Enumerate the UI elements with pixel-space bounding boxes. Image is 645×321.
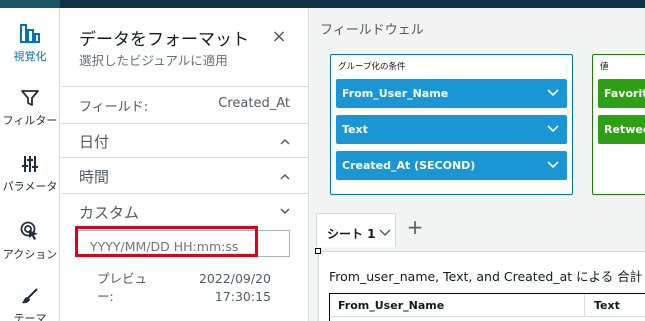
rail-item-parameters[interactable]: パラメータ — [0, 154, 60, 194]
rail-item-filter[interactable]: フィルター — [0, 88, 60, 128]
rail-item-label: アクション — [2, 248, 58, 261]
divider — [61, 86, 309, 87]
rail-item-theme[interactable]: テーマ — [0, 286, 60, 321]
add-sheet-button[interactable]: + — [405, 217, 425, 237]
field-pill-from-user-name[interactable]: From_User_Name — [336, 79, 567, 108]
format-data-panel: データをフォーマット 選択したビジュアルに適用 × フィールド: Created… — [61, 8, 309, 321]
column-header[interactable]: From_User_Name — [338, 299, 444, 312]
section-custom[interactable]: カスタム — [79, 202, 139, 223]
column-separator — [584, 294, 585, 316]
field-pill-favorite[interactable]: Favorite — [598, 79, 645, 108]
preview-label: プレビュー: — [97, 271, 148, 304]
field-pill-label: Created_At (SECOND) — [342, 159, 476, 172]
close-icon[interactable]: × — [269, 28, 289, 48]
left-nav-rail: 視覚化 フィルター パラメータ アクション テーマ — [0, 8, 60, 321]
resize-handle[interactable] — [315, 248, 321, 254]
rail-item-label: テーマ — [13, 312, 47, 321]
field-value: Created_At — [218, 96, 290, 111]
table-visual[interactable]: From_user_name, Text, and Created_at による… — [318, 251, 645, 321]
custom-format-input[interactable] — [77, 230, 290, 257]
chevron-down-icon[interactable] — [279, 205, 291, 217]
group-by-label: グループ化の条件 — [338, 62, 406, 72]
rail-item-label: パラメータ — [2, 180, 58, 193]
value-label: 値 — [600, 62, 609, 72]
field-pill-created-at[interactable]: Created_At (SECOND) — [336, 151, 567, 180]
preview-value-time: 17:30:15 — [214, 289, 271, 304]
top-bar-active-tab[interactable] — [0, 0, 60, 8]
field-pill-retweet[interactable]: Retweet — [598, 115, 645, 144]
chevron-down-icon[interactable] — [547, 88, 559, 98]
sheet-tab-label: シート 1 — [327, 227, 376, 241]
table-row — [329, 317, 645, 321]
sheet-area: シート 1 + From_user_name, Text, and Create… — [310, 208, 645, 321]
cursor-click-icon — [20, 221, 38, 240]
divider — [61, 123, 309, 124]
divider — [61, 193, 309, 194]
column-header[interactable]: Text — [594, 299, 620, 312]
preview-value: 2022/09/20 17:30:15 — [191, 270, 271, 306]
top-bar — [0, 0, 645, 8]
section-date[interactable]: 日付 — [79, 131, 109, 152]
rail-item-visualize[interactable]: 視覚化 — [0, 22, 60, 64]
field-label: フィールド: — [79, 100, 149, 115]
brush-icon — [22, 288, 38, 304]
divider — [61, 157, 309, 158]
panel-title: データをフォーマット — [79, 30, 249, 50]
visual-title: From_user_name, Text, and Created_at による… — [329, 269, 645, 284]
field-pill-label: From_User_Name — [342, 87, 449, 100]
rail-item-actions[interactable]: アクション — [0, 220, 60, 262]
field-pill-label: Text — [342, 123, 368, 136]
chevron-down-icon[interactable] — [379, 228, 391, 238]
section-time[interactable]: 時間 — [79, 166, 109, 187]
preview-value-date: 2022/09/20 — [198, 271, 271, 286]
panel-subtitle: 選択したビジュアルに適用 — [79, 53, 228, 68]
group-by-well[interactable]: グループ化の条件 From_User_Name Text Created_At … — [330, 54, 573, 195]
field-pill-text[interactable]: Text — [336, 115, 567, 144]
chevron-up-icon[interactable] — [279, 136, 291, 148]
rail-item-label: 視覚化 — [13, 50, 47, 63]
bar-chart-icon — [20, 24, 40, 43]
sliders-icon — [22, 156, 38, 172]
chevron-down-icon[interactable] — [547, 160, 559, 170]
filter-icon — [21, 90, 39, 106]
chevron-up-icon[interactable] — [279, 171, 291, 183]
table-header: From_User_Name Text — [329, 293, 645, 317]
chevron-down-icon[interactable] — [547, 124, 559, 134]
field-wells-title: フィールドウェル — [320, 23, 424, 38]
sheet-tab[interactable]: シート 1 — [316, 213, 396, 247]
field-wells: フィールドウェル グループ化の条件 From_User_Name Text Cr… — [310, 8, 645, 208]
value-well[interactable]: 値 Favorite Retweet — [592, 54, 645, 195]
rail-item-label: フィルター — [2, 114, 58, 127]
